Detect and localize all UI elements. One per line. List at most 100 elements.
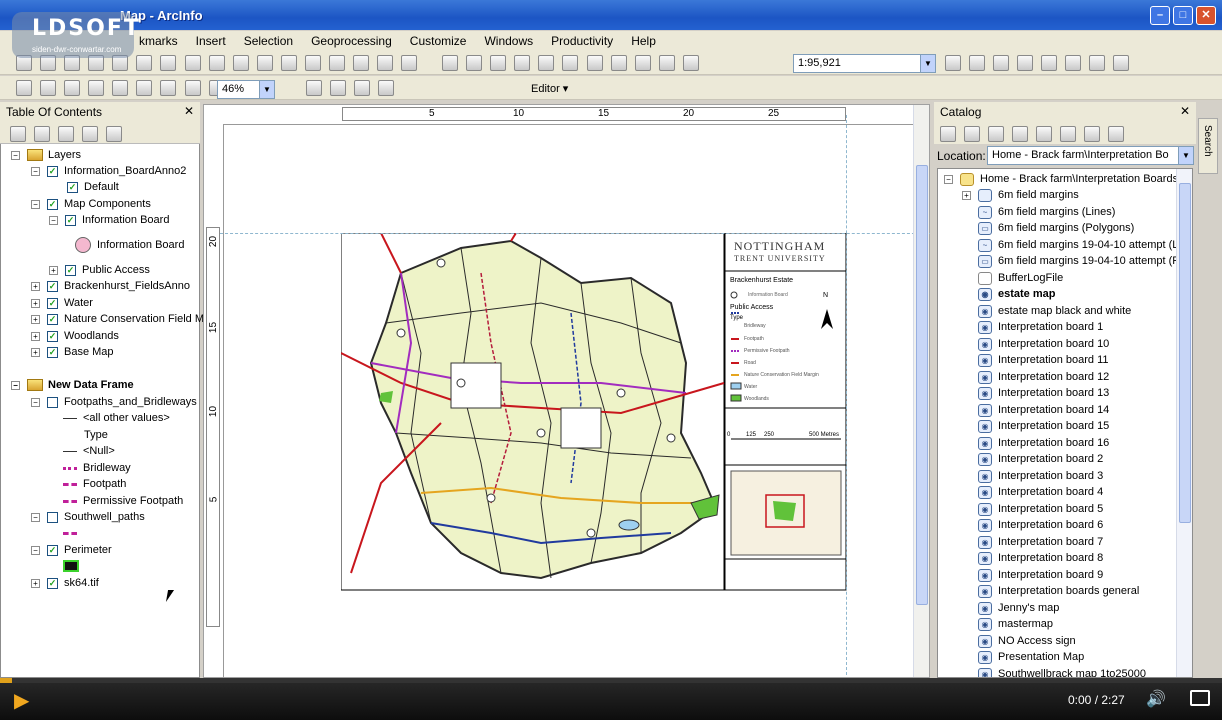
catalog-item[interactable]: ◉ Interpretation board 4 <box>978 484 1103 500</box>
find-icon[interactable] <box>352 55 369 71</box>
menu-customize[interactable]: Customize <box>401 31 476 51</box>
catalog-folder[interactable]: − Home - Brack farm\Interpretation Boards… <box>944 171 1187 187</box>
catalog-item[interactable]: ▭ 6m field margins (Polygons) <box>978 220 1134 236</box>
zoom-whole-page-icon[interactable] <box>88 80 105 96</box>
options-icon[interactable] <box>1108 126 1125 142</box>
layout-back-icon[interactable] <box>184 80 201 96</box>
catalog-window-icon[interactable] <box>993 55 1010 71</box>
chevron-down-icon[interactable]: ▼ <box>259 81 274 98</box>
menu-windows[interactable]: Windows <box>475 31 542 51</box>
toc-layer[interactable]: + ✓ Nature Conservation Field M <box>31 311 204 327</box>
zoom-100-icon[interactable] <box>112 80 129 96</box>
menu-geoprocessing[interactable]: Geoprocessing <box>302 31 401 51</box>
list-by-source-icon[interactable] <box>34 126 51 142</box>
go-to-xy-icon[interactable] <box>377 55 393 71</box>
select-features-icon[interactable] <box>208 55 225 71</box>
chevron-down-icon[interactable]: ▼ <box>1178 147 1193 164</box>
layout-zoom-in-icon[interactable] <box>16 80 33 96</box>
catalog-item[interactable]: ◉ Jenny's map <box>978 600 1059 616</box>
list-by-selection-icon[interactable] <box>82 126 99 142</box>
toc-layers[interactable]: − Layers <box>11 147 81 163</box>
help-icon[interactable] <box>1113 55 1130 71</box>
catalog-item[interactable]: ◉ mastermap <box>978 616 1053 632</box>
editor-toolbar-icon[interactable] <box>945 55 961 71</box>
catalog-item[interactable]: ◉ Interpretation board 1 <box>978 319 1103 335</box>
search-side-tab[interactable]: Search <box>1198 118 1218 174</box>
catalog-item[interactable]: ◉ Interpretation board 7 <box>978 534 1103 550</box>
undo-icon[interactable] <box>634 55 651 71</box>
catalog-item[interactable]: ◉ Interpretation board 12 <box>978 369 1109 385</box>
python-window-icon[interactable] <box>1065 55 1082 71</box>
layout-scrollbar[interactable] <box>913 105 929 677</box>
catalog-item[interactable]: ◉ Interpretation board 10 <box>978 336 1109 352</box>
arctoolbox-icon[interactable] <box>1041 55 1058 71</box>
menu-productivity[interactable]: Productivity <box>542 31 622 51</box>
search-window-icon[interactable] <box>1017 55 1034 71</box>
toc-layer[interactable]: − Southwell_paths <box>31 509 145 525</box>
catalog-item[interactable]: ◉ Interpretation board 13 <box>978 385 1109 401</box>
menu-insert[interactable]: Insert <box>187 31 235 51</box>
toc-class[interactable]: ✓ Default <box>67 179 119 195</box>
scroll-thumb[interactable] <box>916 165 928 605</box>
up-one-level-icon[interactable] <box>988 126 1005 142</box>
toc-layer[interactable]: + ✓ Water <box>31 295 93 311</box>
views-icon[interactable] <box>1060 126 1077 142</box>
close-button[interactable]: ✕ <box>1196 6 1216 25</box>
scroll-thumb[interactable] <box>1179 183 1191 523</box>
catalog-item[interactable]: ◉ estate map black and white <box>978 303 1131 319</box>
catalog-scrollbar[interactable] <box>1176 169 1192 677</box>
toc-layer[interactable]: − ✓ Information Board <box>49 212 169 228</box>
connect-folder-icon[interactable] <box>1084 126 1101 142</box>
paste-icon[interactable] <box>586 55 603 71</box>
catalog-item[interactable]: ◉ Interpretation board 6 <box>978 517 1103 533</box>
focus-data-frame-icon[interactable] <box>329 80 346 96</box>
toc-layer[interactable]: + ✓ Base Map <box>31 344 114 360</box>
toggle-draft-icon[interactable] <box>305 80 322 96</box>
toc-layer[interactable]: − ✓ Map Components <box>31 196 151 212</box>
toc-layer[interactable]: + ✓ Brackenhurst_FieldsAnno <box>31 278 190 294</box>
add-data-icon[interactable] <box>682 55 699 71</box>
delete-icon[interactable] <box>610 55 627 71</box>
minimize-button[interactable]: – <box>1150 6 1170 25</box>
identify-icon[interactable] <box>256 55 273 71</box>
editor-menu[interactable]: Editor ▾ <box>531 82 568 95</box>
cut-icon[interactable] <box>538 55 555 71</box>
catalog-item[interactable]: ◉ estate map <box>978 286 1055 302</box>
catalog-item[interactable]: ~6m field margins (Lines) <box>978 204 1115 220</box>
toc-layer[interactable]: − ✓ Information_BoardAnno2 <box>31 163 186 179</box>
select-elements-icon[interactable] <box>232 55 249 71</box>
time-slider-icon[interactable] <box>401 55 418 71</box>
toc-layer[interactable]: + ✓ sk64.tif <box>31 575 99 591</box>
toc-layer[interactable]: + ✓ Public Access <box>49 262 150 278</box>
catalog-item[interactable]: ▭ 6m field margins 19-04-10 attempt (Po <box>978 253 1186 269</box>
close-icon[interactable]: ✕ <box>1180 104 1190 118</box>
catalog-item[interactable]: ◉ Southwellbrack map 1to25000 <box>978 666 1146 677</box>
forward-icon[interactable] <box>964 126 981 142</box>
forward-icon[interactable] <box>184 55 201 71</box>
home-icon[interactable] <box>1012 126 1029 142</box>
catalog-item[interactable]: ◉ Interpretation board 15 <box>978 418 1109 434</box>
catalog-item[interactable]: ◉ Interpretation board 2 <box>978 451 1103 467</box>
hyperlink-icon[interactable] <box>280 55 297 71</box>
catalog-item[interactable]: ◉ Interpretation board 9 <box>978 567 1103 583</box>
measure-icon[interactable] <box>328 55 345 71</box>
layout-view[interactable]: 5 10 15 20 25 20 15 10 5 NOTTINGHAM TREN… <box>203 104 930 684</box>
catalog-item[interactable]: ◉ Presentation Map <box>978 649 1084 665</box>
list-by-drawing-order-icon[interactable] <box>10 126 26 142</box>
catalog-item[interactable]: ◉ Interpretation board 14 <box>978 402 1109 418</box>
redo-icon[interactable] <box>658 55 675 71</box>
close-icon[interactable]: ✕ <box>184 104 194 118</box>
save-icon[interactable] <box>490 55 507 71</box>
open-icon[interactable] <box>466 55 483 71</box>
chevron-down-icon[interactable]: ▼ <box>920 55 935 72</box>
catalog-item[interactable]: +6m field margins <box>962 187 1079 203</box>
toc-data-frame[interactable]: − New Data Frame <box>11 377 134 393</box>
data-driven-pages-icon[interactable] <box>377 80 394 96</box>
toc-layer[interactable]: − ✓ Perimeter <box>31 542 112 558</box>
menu-help[interactable]: Help <box>622 31 665 51</box>
map-frame[interactable] <box>341 233 847 591</box>
catalog-item[interactable]: ◉ Interpretation board 5 <box>978 501 1103 517</box>
layout-fixed-in-icon[interactable] <box>136 80 153 96</box>
new-document-icon[interactable] <box>442 55 459 71</box>
menu-selection[interactable]: Selection <box>235 31 302 51</box>
